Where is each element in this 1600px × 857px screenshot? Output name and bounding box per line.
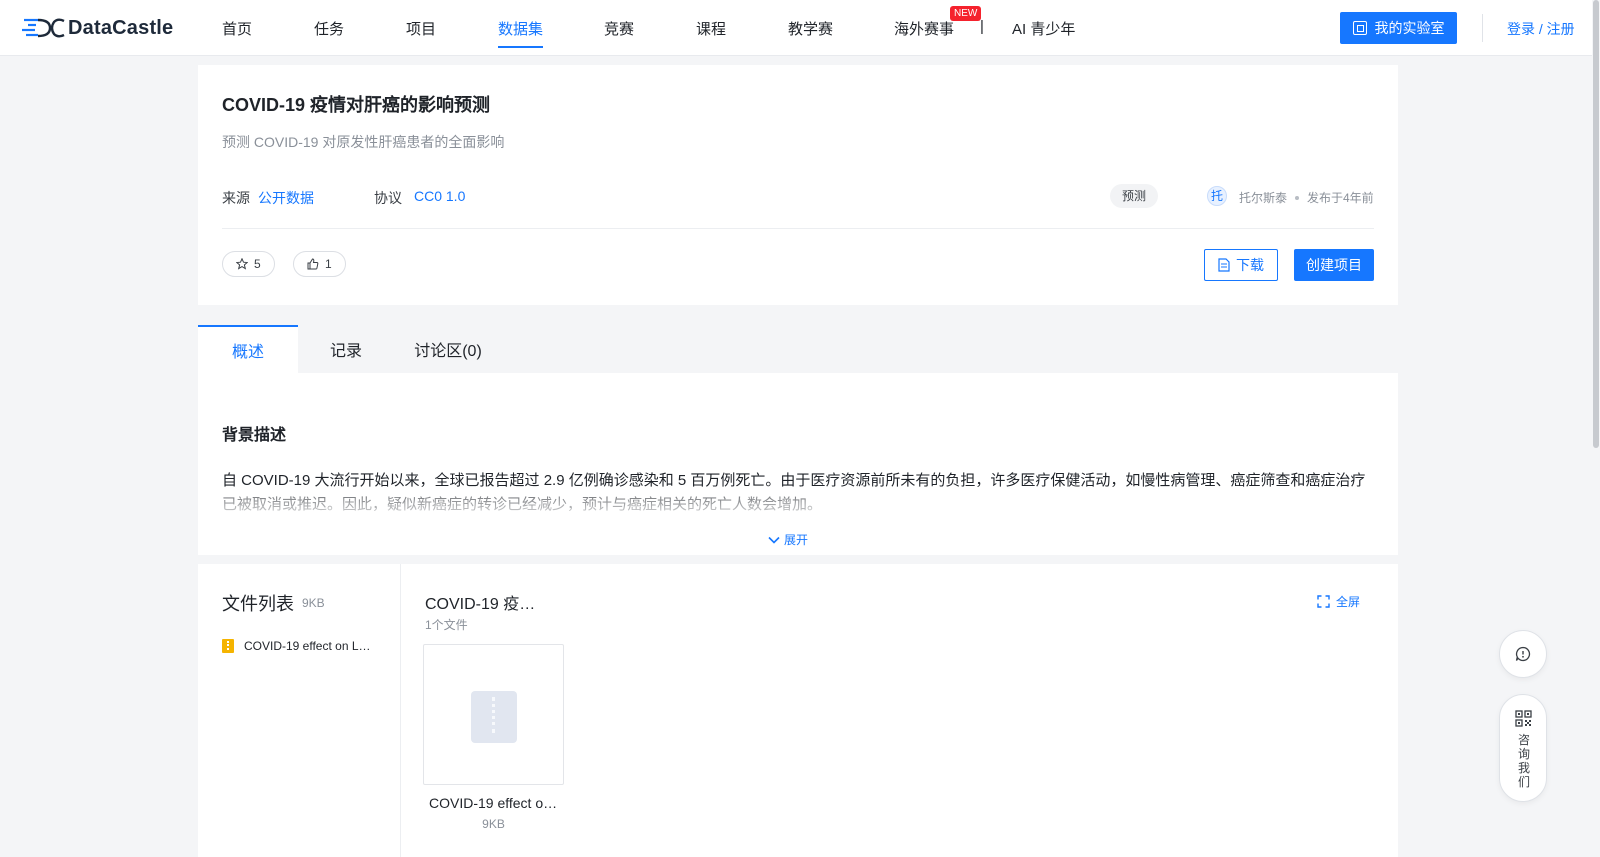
zip-file-icon xyxy=(222,639,234,653)
dataset-tag[interactable]: 预测 xyxy=(1110,184,1159,208)
chevron-down-icon xyxy=(768,536,780,544)
star-icon xyxy=(236,258,248,270)
download-label: 下载 xyxy=(1236,257,1264,273)
description-section: 背景描述 自 COVID-19 大流行开始以来，全球已报告超过 2.9 亿例确诊… xyxy=(198,373,1398,555)
description-heading: 背景描述 xyxy=(222,427,287,444)
star-button[interactable]: 5 xyxy=(222,251,275,277)
author-name[interactable]: 托尔斯泰 xyxy=(1239,189,1287,206)
login-register-link[interactable]: 登录 / 注册 xyxy=(1507,19,1575,39)
nav-item-datasets[interactable]: 数据集 xyxy=(498,18,544,48)
tab-records[interactable]: 记录 xyxy=(298,325,394,373)
files-section: 文件列表 9KB COVID-19 effect on Liver Cancer… xyxy=(198,564,1398,857)
source-label: 来源 xyxy=(222,190,250,206)
lab-icon xyxy=(1352,21,1367,35)
chat-icon xyxy=(1515,646,1531,662)
page-scrollbar-thumb[interactable] xyxy=(1593,0,1599,448)
nav-item-projects[interactable]: 项目 xyxy=(406,18,436,39)
like-count: 1 xyxy=(325,257,332,271)
license-label: 协议 xyxy=(374,190,402,206)
consult-us-label: 咨询我们 xyxy=(1517,733,1530,789)
qr-code-icon xyxy=(1515,710,1532,727)
list-item[interactable]: COVID-19 effect on Liver Cancer Predicti… xyxy=(222,639,372,653)
chat-button[interactable] xyxy=(1499,630,1547,678)
folder-file-count: 1个文件 xyxy=(425,618,468,632)
expand-label: 展开 xyxy=(784,533,809,547)
thumbs-up-icon xyxy=(307,258,319,270)
document-icon xyxy=(1218,258,1230,272)
like-button[interactable]: 1 xyxy=(293,251,346,277)
consult-us-button[interactable]: 咨询我们 xyxy=(1499,694,1547,802)
my-lab-label: 我的实验室 xyxy=(1374,20,1445,36)
dataset-title: COVID-19 疫情对肝癌的影响预测 xyxy=(222,95,491,115)
license-link[interactable]: CC0 1.0 xyxy=(414,188,465,204)
logo-mark-icon xyxy=(22,18,65,38)
new-badge: NEW xyxy=(950,6,982,21)
fullscreen-button[interactable]: 全屏 xyxy=(1317,593,1360,610)
zip-file-icon xyxy=(471,691,517,743)
meta-dot xyxy=(1295,196,1299,200)
dataset-subtitle: 预测 COVID-19 对原发性肝癌患者的全面影响 xyxy=(222,134,505,150)
file-thumbnail[interactable] xyxy=(423,644,564,785)
download-button[interactable]: 下载 xyxy=(1204,249,1278,281)
avatar[interactable]: 托 xyxy=(1207,186,1227,206)
dataset-info-card: COVID-19 疫情对肝癌的影响预测 预测 COVID-19 对原发性肝癌患者… xyxy=(198,65,1398,305)
publish-time: 发布于4年前 xyxy=(1307,191,1374,205)
nav-item-home[interactable]: 首页 xyxy=(222,18,252,39)
expand-button[interactable]: 展开 xyxy=(768,531,808,548)
nav-item-competitions[interactable]: 竞赛 xyxy=(604,18,634,39)
nav-item-teaching-competitions[interactable]: 教学赛 xyxy=(788,18,833,39)
file-list-panel: 文件列表 9KB COVID-19 effect on Liver Cancer… xyxy=(198,564,401,857)
thumbnail-file-name[interactable]: COVID-19 effect on Liver Cancer Predicti… xyxy=(423,795,564,811)
logo-text: DataCastle xyxy=(68,16,174,39)
folder-title: COVID-19 疫情对肝癌的影响预测 xyxy=(425,596,545,613)
header-divider xyxy=(1482,14,1483,42)
nav-item-ai-youth[interactable]: AI 青少年 xyxy=(1012,18,1075,39)
nav-separator: | xyxy=(980,18,984,35)
thumbnail-file-size: 9KB xyxy=(482,817,505,831)
nav-item-overseas-events[interactable]: 海外赛事 xyxy=(894,18,954,39)
tab-discussion[interactable]: 讨论区(0) xyxy=(394,325,502,373)
my-lab-button[interactable]: 我的实验室 xyxy=(1340,12,1457,44)
tab-overview[interactable]: 概述 xyxy=(198,325,298,373)
file-name: COVID-19 effect on Liver Cancer Predicti… xyxy=(244,639,372,653)
dataset-tabs: 概述 记录 讨论区(0) xyxy=(198,325,1398,373)
files-title: 文件列表 xyxy=(222,594,294,614)
card-divider xyxy=(222,228,1374,229)
datacastle-logo[interactable]: DataCastle xyxy=(20,16,173,40)
fullscreen-icon xyxy=(1317,595,1330,608)
source-link[interactable]: 公开数据 xyxy=(258,188,314,208)
top-navigation-bar: DataCastle 首页 任务 项目 数据集 竞赛 课程 教学赛 海外赛事 N… xyxy=(0,0,1600,56)
files-total-size: 9KB xyxy=(302,596,325,610)
nav-item-tasks[interactable]: 任务 xyxy=(314,18,344,39)
fullscreen-label: 全屏 xyxy=(1336,595,1361,609)
create-project-button[interactable]: 创建项目 xyxy=(1294,249,1374,281)
description-fade xyxy=(198,491,1398,521)
nav-item-courses[interactable]: 课程 xyxy=(696,18,726,39)
star-count: 5 xyxy=(254,257,261,271)
